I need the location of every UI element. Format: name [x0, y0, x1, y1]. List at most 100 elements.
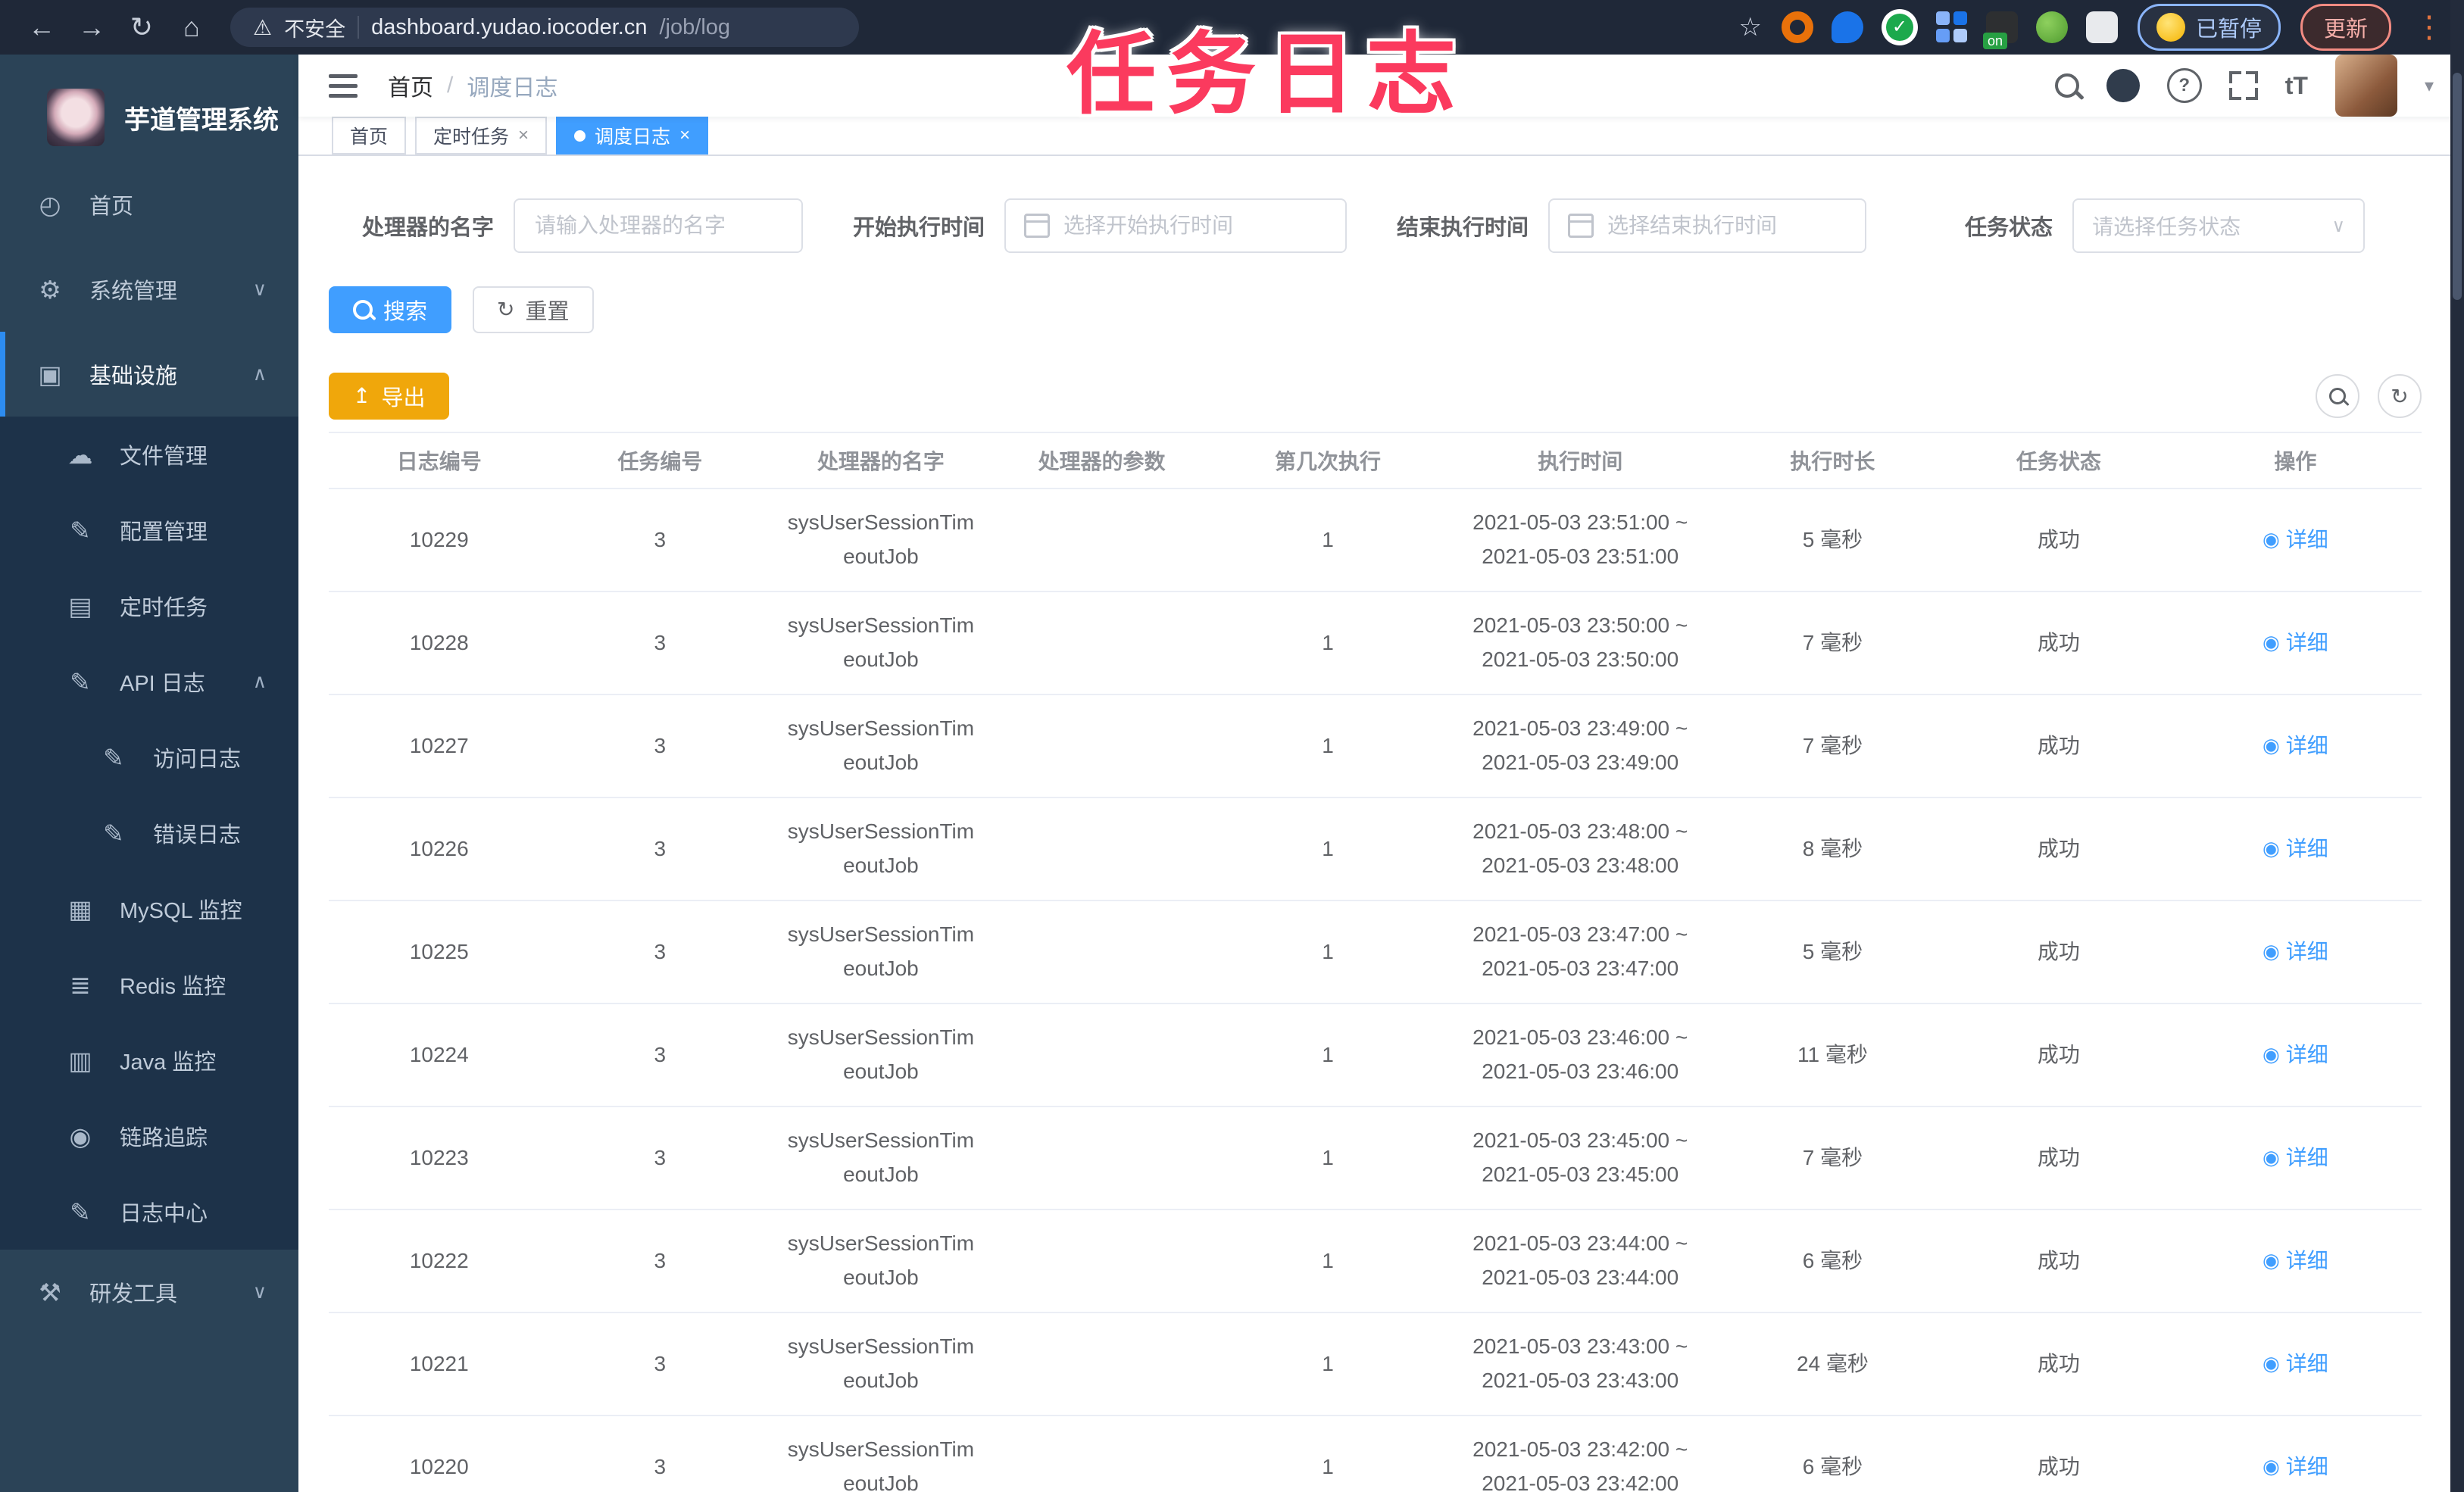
- back-icon[interactable]: ←: [20, 11, 64, 43]
- sidebar-item-error-logs[interactable]: ✎ 错误日志: [0, 795, 298, 871]
- extension-grid-icon[interactable]: [1935, 11, 1968, 43]
- table-row: 10228 3 sysUserSessionTim eoutJob 1 2021-05-0…: [329, 591, 2422, 695]
- detail-link[interactable]: ◉ 详细: [2263, 1347, 2328, 1381]
- column-header: 第几次执行: [1212, 432, 1444, 489]
- fullscreen-icon[interactable]: [2228, 71, 2258, 100]
- detail-link[interactable]: ◉ 详细: [2263, 1244, 2328, 1278]
- avatar-caret-down-icon[interactable]: ▾: [2425, 75, 2434, 97]
- cell-duration: 6 毫秒: [1716, 1210, 1949, 1313]
- sidebar-item-infrastructure[interactable]: ▣ 基础设施 ∧: [0, 332, 298, 417]
- breadcrumb-home[interactable]: 首页: [388, 69, 433, 102]
- view-icon: ◉: [2263, 837, 2280, 860]
- sidebar-item-label: 配置管理: [120, 520, 208, 545]
- cell-actions: ◉ 详细: [2169, 1210, 2422, 1313]
- scrollbar-thumb[interactable]: [2453, 73, 2462, 300]
- tab-scheduled-tasks[interactable]: 定时任务 ×: [415, 117, 548, 155]
- sidebar-item-mysql-monitor[interactable]: ▦ MySQL 监控: [0, 871, 298, 947]
- sidebar-item-redis-monitor[interactable]: ≣ Redis 监控: [0, 947, 298, 1022]
- tab-home[interactable]: 首页: [332, 117, 407, 155]
- search-icon[interactable]: [2054, 73, 2079, 98]
- sidebar-item-config-management[interactable]: ✎ 配置管理: [0, 492, 298, 568]
- detail-link[interactable]: ◉ 详细: [2263, 935, 2328, 969]
- extension-orange-icon[interactable]: [1781, 11, 1813, 43]
- cell-actions: ◉ 详细: [2169, 591, 2422, 695]
- detail-link[interactable]: ◉ 详细: [2263, 1450, 2328, 1484]
- detail-link[interactable]: ◉ 详细: [2263, 832, 2328, 866]
- sidebar-item-api-logs[interactable]: ✎ API 日志 ∧: [0, 644, 298, 719]
- filter-task-status: 任务状态 请选择任务状态 ∨: [1965, 198, 2366, 253]
- close-tab-icon[interactable]: ×: [518, 125, 529, 146]
- search-button[interactable]: 搜索: [329, 286, 452, 333]
- extension-on-icon[interactable]: on: [1982, 11, 2018, 49]
- cell-execute-time: 2021-05-03 23:43:00 ~2021-05-03 23:43:00: [1443, 1313, 1717, 1416]
- sidebar-item-scheduled-tasks[interactable]: ▤ 定时任务: [0, 568, 298, 644]
- extension-green-check-icon[interactable]: ✓: [1881, 9, 1918, 45]
- export-button[interactable]: ↥ 导出: [329, 373, 450, 420]
- gear-icon: ⚙: [39, 275, 61, 304]
- address-bar[interactable]: ⚠ 不安全 dashboard.yudao.iocoder.cn/job/log: [230, 8, 859, 47]
- toggle-search-button[interactable]: [2316, 374, 2359, 418]
- start-time-input[interactable]: [1062, 213, 1328, 239]
- extension-blue-icon[interactable]: [1831, 11, 1863, 43]
- github-icon[interactable]: [2106, 69, 2140, 102]
- font-size-icon[interactable]: tT: [2285, 72, 2308, 100]
- profile-paused-pill[interactable]: 已暂停: [2137, 4, 2281, 51]
- view-icon: ◉: [2263, 1352, 2280, 1375]
- sidebar-item-dev-tools[interactable]: ⚒ 研发工具 ∨: [0, 1250, 298, 1334]
- tab-label: 首页: [350, 126, 389, 148]
- extension-puzzle-icon[interactable]: [2085, 11, 2118, 43]
- url-path: /job/log: [659, 14, 731, 39]
- reload-icon[interactable]: ↻: [120, 11, 164, 43]
- browser-update-button[interactable]: 更新: [2300, 4, 2391, 51]
- detail-link-label: 详细: [2285, 527, 2328, 551]
- sidebar-item-trace[interactable]: ◉ 链路追踪: [0, 1098, 298, 1174]
- cell-execute-time: 2021-05-03 23:50:00 ~2021-05-03 23:50:00: [1443, 591, 1717, 695]
- app-body: 芋道管理系统 ◴ 首页 ⚙ 系统管理 ∨ ▣ 基础设施 ∧ ☁ 文件管理 ✎ 配置管理 ▤ 定时任务 ✎ AP…: [0, 55, 2464, 1492]
- sidebar-item-label: 文件管理: [120, 445, 208, 469]
- home-icon[interactable]: ⌂: [170, 11, 214, 43]
- browser-menu-icon[interactable]: ⋮: [2414, 10, 2444, 45]
- user-avatar[interactable]: [2334, 55, 2397, 117]
- cell-handler-name: sysUserSessionTim eoutJob: [770, 901, 992, 1004]
- detail-link[interactable]: ◉ 详细: [2263, 729, 2328, 763]
- sidebar-item-label: Redis 监控: [120, 975, 226, 999]
- sidebar-item-home[interactable]: ◴ 首页: [0, 162, 298, 247]
- tab-job-log[interactable]: 调度日志 ×: [556, 117, 709, 155]
- sidebar-logo-row[interactable]: 芋道管理系统: [0, 55, 298, 162]
- extension-icons: ✓ on: [1781, 9, 2118, 49]
- sidebar-item-log-center[interactable]: ✎ 日志中心: [0, 1174, 298, 1250]
- forward-icon[interactable]: →: [70, 11, 114, 43]
- profile-emoji-icon: [2156, 13, 2185, 42]
- browser-scrollbar[interactable]: [2450, 0, 2464, 1492]
- cell-job-id: 3: [549, 1004, 771, 1107]
- close-tab-icon[interactable]: ×: [679, 125, 690, 146]
- sidebar-item-system-management[interactable]: ⚙ 系统管理 ∨: [0, 247, 298, 332]
- hamburger-icon[interactable]: [329, 73, 358, 98]
- sidebar-item-java-monitor[interactable]: ▥ Java 监控: [0, 1022, 298, 1098]
- sidebar-item-access-logs[interactable]: ✎ 访问日志: [0, 719, 298, 795]
- refresh-table-button[interactable]: ↻: [2378, 374, 2422, 418]
- task-status-select[interactable]: 请选择任务状态 ∨: [2072, 198, 2366, 253]
- question-icon[interactable]: ?: [2166, 68, 2202, 103]
- detail-link[interactable]: ◉ 详细: [2263, 1038, 2328, 1072]
- detail-link-label: 详细: [2285, 836, 2328, 860]
- cell-execute-time: 2021-05-03 23:45:00 ~2021-05-03 23:45:00: [1443, 1107, 1717, 1210]
- cell-log-id: 10221: [329, 1313, 550, 1416]
- cell-log-id: 10225: [329, 901, 550, 1004]
- extension-leaf-icon[interactable]: [2035, 11, 2068, 43]
- sidebar-item-file-management[interactable]: ☁ 文件管理: [0, 417, 298, 492]
- cell-execute-index: 1: [1212, 694, 1444, 798]
- cell-handler-name: sysUserSessionTim eoutJob: [770, 1210, 992, 1313]
- handler-name-input[interactable]: [533, 213, 784, 239]
- view-icon: ◉: [2263, 1146, 2280, 1169]
- detail-link[interactable]: ◉ 详细: [2263, 626, 2328, 660]
- cell-execute-index: 1: [1212, 1416, 1444, 1492]
- detail-link[interactable]: ◉ 详细: [2263, 523, 2328, 557]
- detail-link[interactable]: ◉ 详细: [2263, 1141, 2328, 1175]
- chevron-down-icon: ∨: [252, 279, 267, 300]
- chevron-up-icon: ∧: [252, 364, 267, 385]
- reset-button[interactable]: ↻ 重置: [473, 286, 594, 333]
- bookmark-star-icon[interactable]: ☆: [1738, 12, 1761, 42]
- cell-status: 成功: [1948, 1210, 2169, 1313]
- end-time-input[interactable]: [1606, 213, 1847, 239]
